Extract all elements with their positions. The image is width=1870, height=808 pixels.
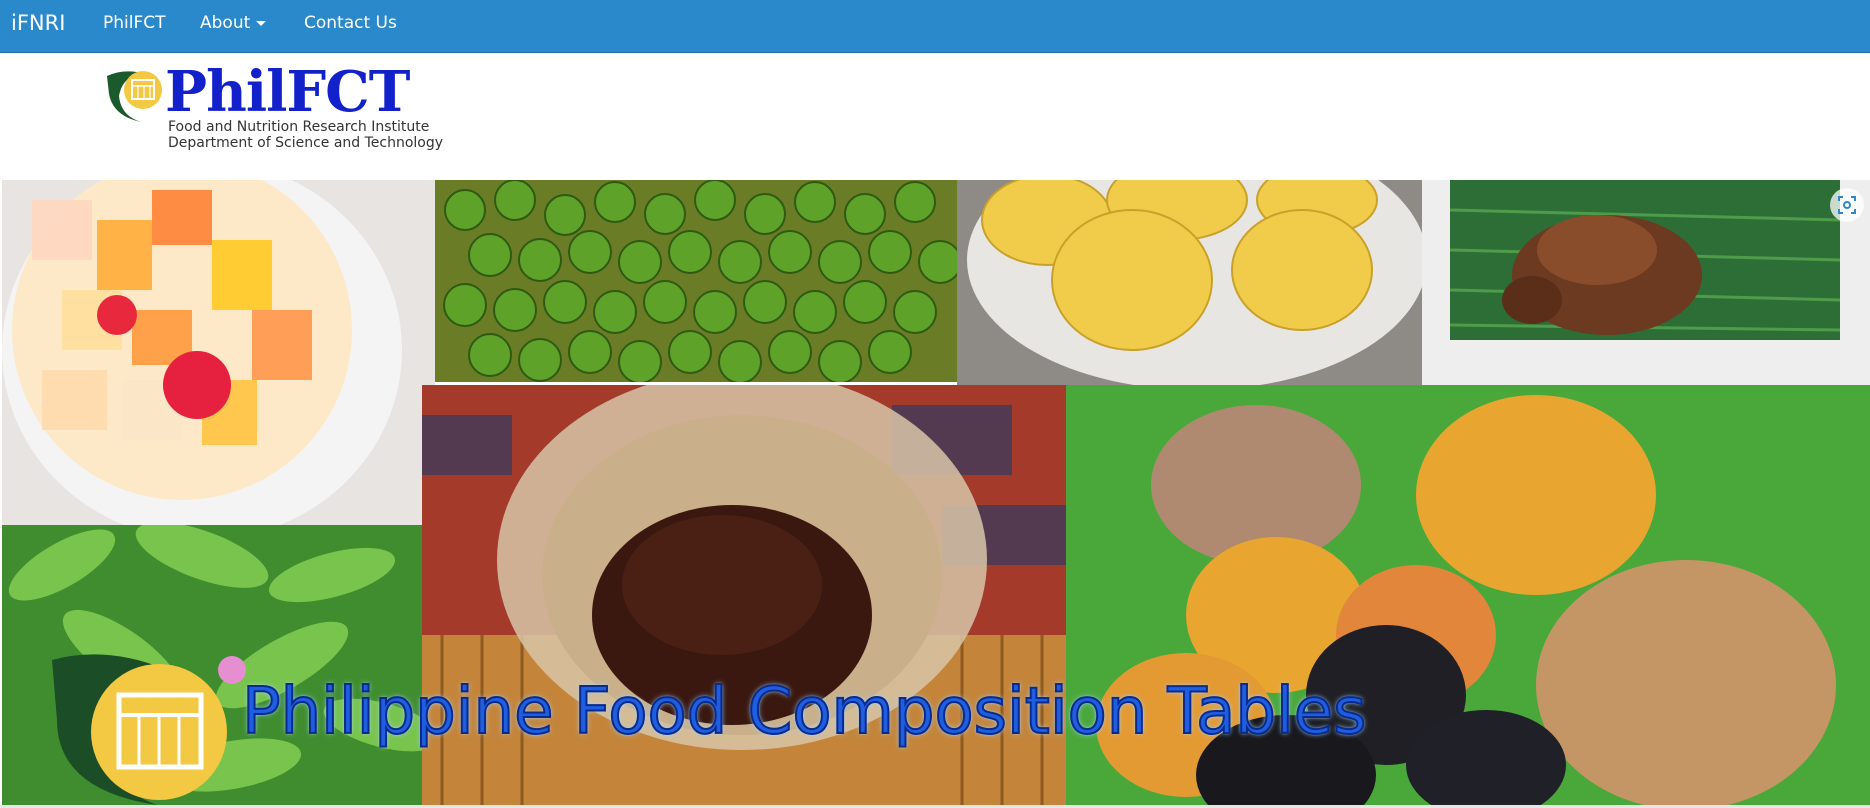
calendar-logo-icon <box>52 654 227 805</box>
green-fruits-image <box>435 180 957 382</box>
nav-philfct[interactable]: PhilFCT <box>103 13 166 33</box>
nav-about-dropdown[interactable]: About <box>200 13 267 33</box>
roasted-chicken-image <box>1422 180 1870 385</box>
brand-link[interactable]: iFNRI <box>11 11 65 35</box>
calendar-logo-icon <box>107 71 162 122</box>
banner-title: Philippine Food Composition Tables <box>241 674 1367 750</box>
fullscreen-icon[interactable] <box>1830 188 1864 222</box>
top-navbar: iFNRI PhilFCT About Contact Us <box>0 0 1870 53</box>
logo-title: PhilFCT <box>165 59 410 125</box>
philfct-logo[interactable]: PhilFCT Food and Nutrition Research Inst… <box>105 62 445 157</box>
fruit-cocktail-image <box>2 180 435 525</box>
nav-about-label: About <box>200 13 251 33</box>
hero-banner: Philippine Food Composition Tables <box>2 180 1870 805</box>
caret-down-icon <box>256 20 267 26</box>
nav-contact-us[interactable]: Contact Us <box>304 13 397 33</box>
institute-name: Food and Nutrition Research Institute <box>168 119 430 135</box>
department-name: Department of Science and Technology <box>168 135 444 151</box>
yellow-buns-image <box>957 180 1422 385</box>
